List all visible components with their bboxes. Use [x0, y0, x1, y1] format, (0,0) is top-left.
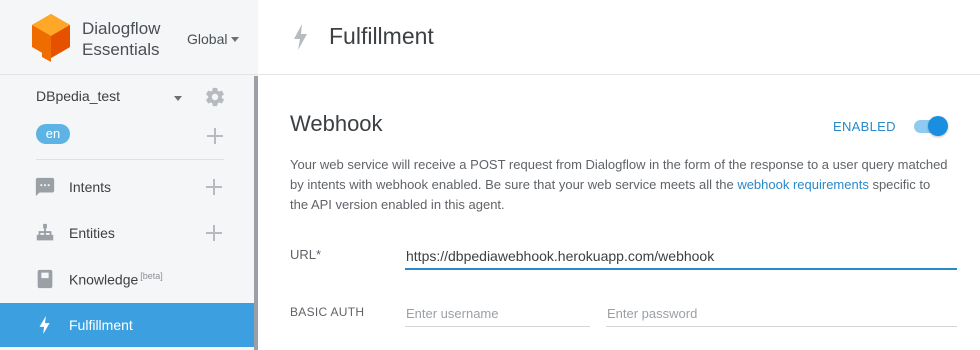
agent-name: DBpedia_test — [36, 88, 121, 104]
language-badge[interactable]: en — [36, 124, 70, 144]
webhook-description: Your web service will receive a POST req… — [290, 155, 950, 215]
sidebar-item-knowledge[interactable]: Knowledge [beta] — [0, 257, 254, 301]
add-language-icon[interactable] — [207, 128, 223, 144]
password-input[interactable] — [606, 301, 957, 327]
region-label: Global — [187, 31, 228, 47]
section-title: Webhook — [290, 111, 383, 136]
sidebar-item-entities[interactable]: Entities — [0, 211, 254, 255]
sidebar-item-label: Knowledge [beta] — [69, 271, 163, 288]
bolt-icon — [39, 315, 50, 335]
add-entity-icon[interactable] — [206, 225, 222, 241]
region-selector[interactable]: Global — [187, 31, 240, 47]
sidebar-item-label: Intents — [69, 179, 112, 195]
url-label: URL* — [290, 247, 322, 262]
webhook-section: Webhook ENABLED Your web service will re… — [259, 76, 980, 350]
chevron-down-icon[interactable] — [174, 96, 182, 101]
chevron-down-icon — [231, 36, 240, 42]
webhook-requirements-link[interactable]: webhook requirements — [737, 177, 869, 192]
bolt-icon — [294, 24, 307, 50]
sidebar-item-label: Fulfillment — [69, 317, 133, 333]
book-icon — [37, 269, 53, 289]
sidebar: Dialogflow Essentials Global DBpedia_tes… — [0, 0, 258, 350]
page-title: Fulfillment — [329, 23, 434, 49]
dialogflow-logo — [32, 14, 70, 62]
brand-name-line1: Dialogflow — [82, 19, 161, 38]
toggle-knob — [928, 116, 948, 136]
sidebar-divider — [36, 159, 224, 160]
beta-badge: [beta] — [140, 271, 163, 281]
sidebar-item-fulfillment[interactable]: Fulfillment — [0, 303, 254, 347]
sitemap-icon — [36, 223, 54, 241]
gear-icon[interactable] — [204, 86, 226, 108]
basic-auth-label: BASIC AUTH — [290, 305, 365, 319]
brand-name-line2: Essentials — [82, 40, 160, 59]
knowledge-label: Knowledge — [69, 271, 139, 288]
webhook-status-label: ENABLED — [833, 119, 896, 134]
brand-name: Dialogflow Essentials — [82, 18, 160, 60]
url-input[interactable] — [405, 242, 957, 270]
webhook-toggle[interactable] — [914, 116, 948, 136]
username-input[interactable] — [405, 301, 590, 327]
language-row: en — [36, 124, 226, 146]
sidebar-scrollbar[interactable] — [254, 76, 258, 350]
brand-header: Dialogflow Essentials Global — [0, 0, 258, 75]
sidebar-item-intents[interactable]: Intents — [0, 165, 254, 209]
sidebar-item-label: Entities — [69, 225, 115, 241]
add-intent-icon[interactable] — [206, 179, 222, 195]
chat-icon — [35, 177, 55, 197]
page-header: Fulfillment — [259, 0, 980, 75]
agent-selector[interactable]: DBpedia_test — [36, 86, 226, 110]
